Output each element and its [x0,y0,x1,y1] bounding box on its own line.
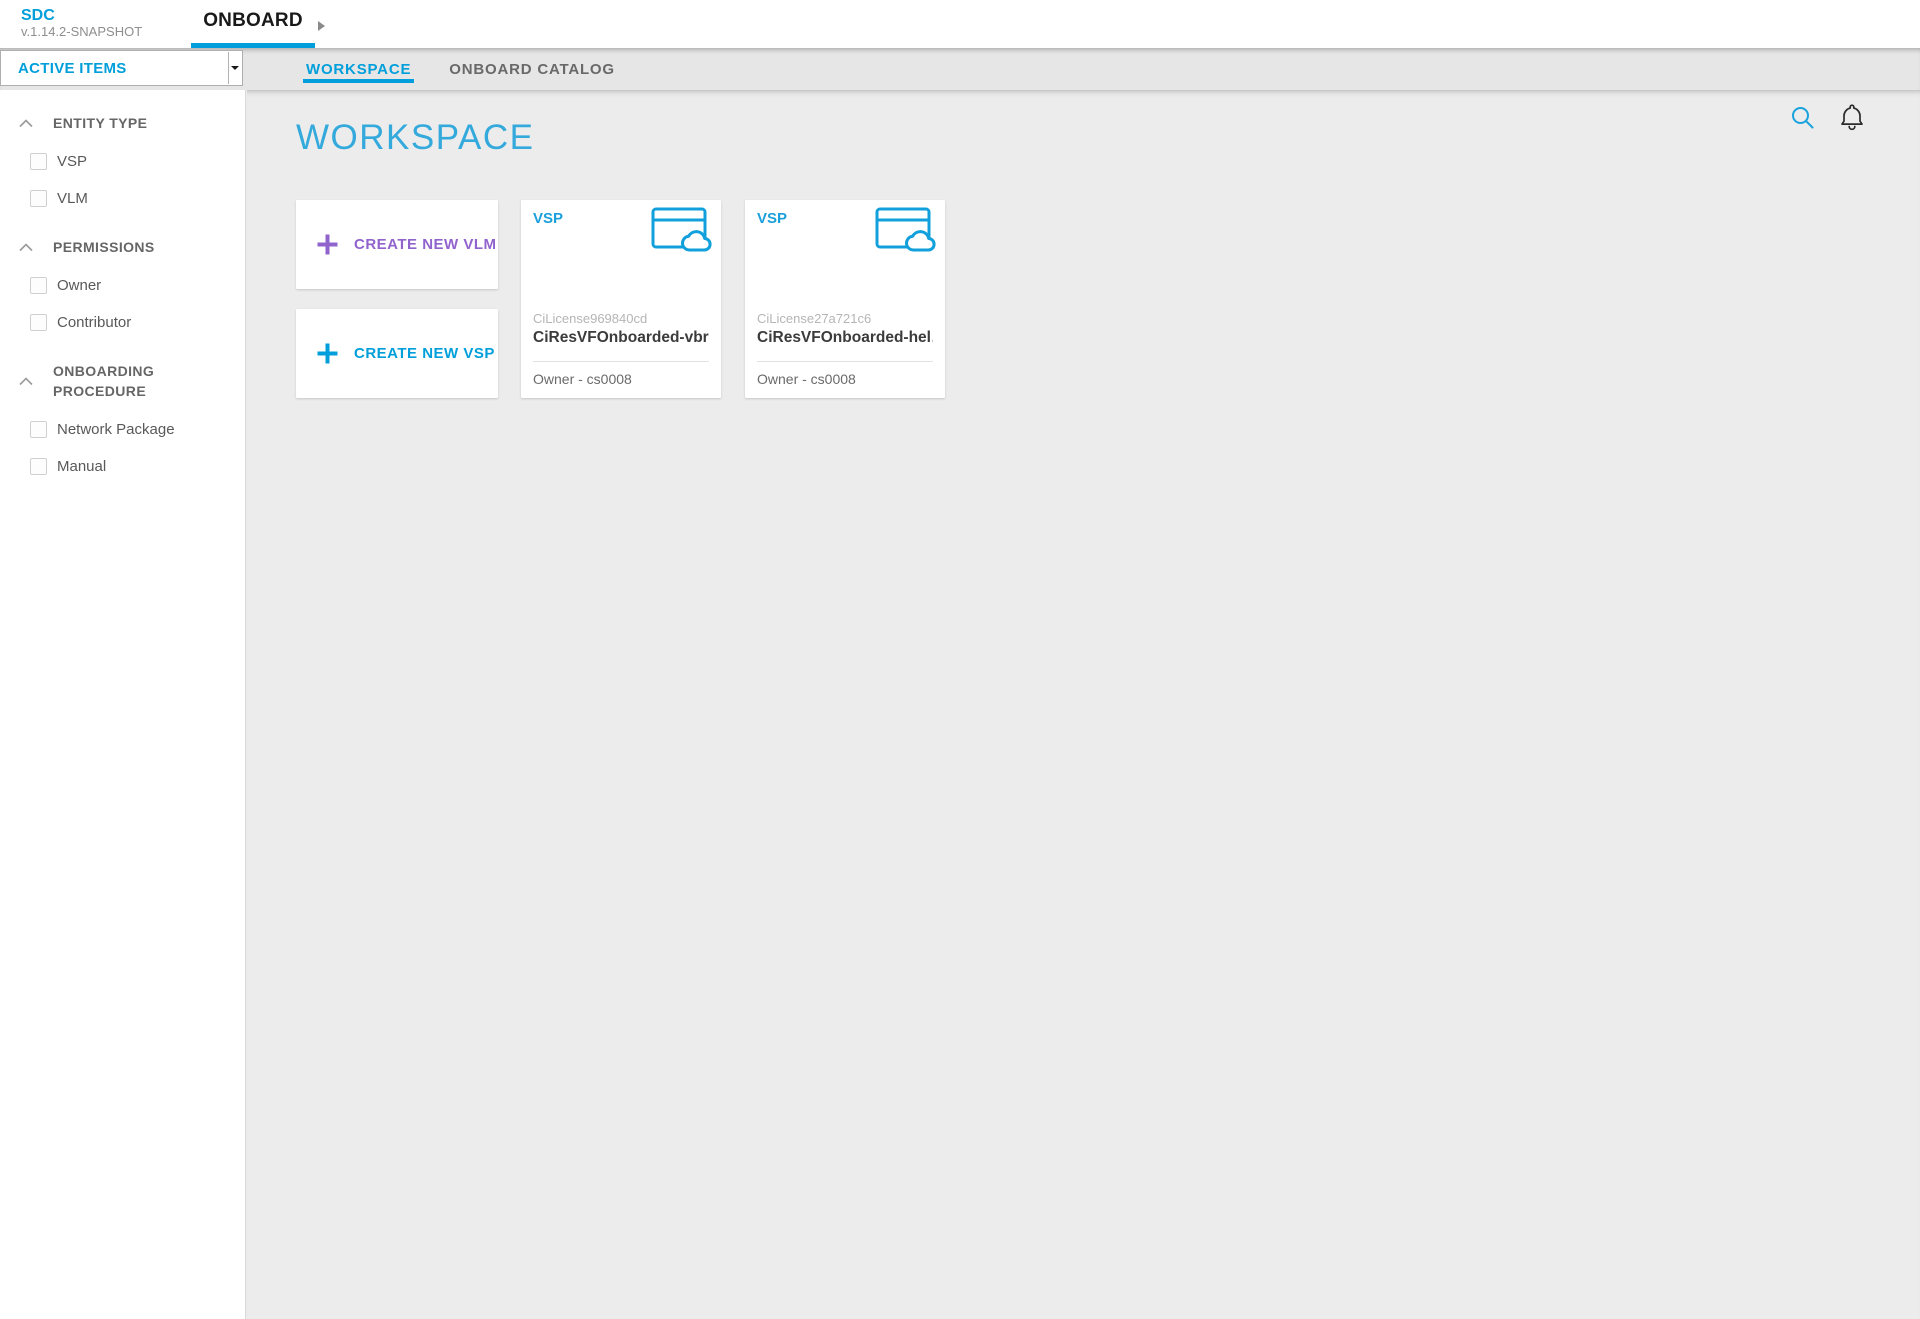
filters-sidebar: ENTITY TYPE VSP VLM PERMISSIONS Owner [0,87,246,1319]
tab-onboard-catalog[interactable]: ONBOARD CATALOG [449,48,615,90]
sdc-logo[interactable]: SDC v.1.14.2-SNAPSHOT [21,7,142,39]
vsp-checkbox[interactable] [30,153,47,170]
workspace-main: WORKSPACE CREATE NEW VLM CREATE NEW VSP … [247,90,1920,1319]
plus-icon [316,233,339,256]
card-entity-type: VSP [533,210,563,227]
filter-label: VSP [57,153,87,170]
tab-workspace-label: WORKSPACE [306,61,411,78]
vlm-checkbox[interactable] [30,190,47,207]
software-product-icon [875,207,937,259]
filter-item-network-package[interactable]: Network Package [30,421,245,438]
page-title: WORKSPACE [296,118,534,158]
filter-item-vlm[interactable]: VLM [30,190,245,207]
card-name: CiResVFOnboarded-vbrg… [533,328,709,347]
contributor-checkbox[interactable] [30,314,47,331]
tab-onboard[interactable]: ONBOARD [191,0,315,48]
section-header-onboarding-procedure[interactable]: ONBOARDING PROCEDURE [0,361,245,401]
filter-section-entity-type: ENTITY TYPE VSP VLM [0,113,245,207]
tab-onboard-catalog-label: ONBOARD CATALOG [449,61,615,78]
items-filter-select[interactable]: ACTIVE ITEMS [0,50,243,86]
top-header: SDC v.1.14.2-SNAPSHOT ONBOARD [0,0,1920,48]
plus-icon [316,342,339,365]
filter-label: Network Package [57,421,175,438]
chevron-up-icon [19,377,33,386]
filter-label: Owner [57,277,101,294]
section-title: ONBOARDING PROCEDURE [53,361,213,401]
owner-checkbox[interactable] [30,277,47,294]
bell-icon [1837,101,1867,135]
create-new-vsp-button[interactable]: CREATE NEW VSP [296,309,498,398]
card-divider [757,361,933,362]
card-vendor-license: CiLicense969840cd [533,311,709,326]
items-filter-selected-value: ACTIVE ITEMS [1,60,127,77]
section-header-permissions[interactable]: PERMISSIONS [0,237,245,257]
filter-section-permissions: PERMISSIONS Owner Contributor [0,237,245,331]
section-title: PERMISSIONS [53,237,213,257]
card-divider [533,361,709,362]
card-info: CiLicense969840cd CiResVFOnboarded-vbrg…… [533,311,709,388]
card-entity-type: VSP [757,210,787,227]
chevron-down-icon [231,66,239,70]
app-name: SDC [21,7,142,24]
filter-label: Manual [57,458,106,475]
chevron-up-icon [19,243,33,252]
filter-item-contributor[interactable]: Contributor [30,314,245,331]
card-owner: Owner - cs0008 [757,371,933,388]
filter-label: Contributor [57,314,131,331]
chevron-up-icon [19,119,33,128]
subheader-bar: ACTIVE ITEMS WORKSPACE ONBOARD CATALOG [0,48,1920,90]
filter-item-owner[interactable]: Owner [30,277,245,294]
right-triangle-icon[interactable] [318,21,325,31]
tab-onboard-active-indicator [191,43,315,48]
tab-workspace[interactable]: WORKSPACE [306,48,411,90]
filter-item-vsp[interactable]: VSP [30,153,245,170]
create-new-vlm-button[interactable]: CREATE NEW VLM [296,200,498,289]
search-button[interactable] [1790,105,1816,131]
software-product-icon [651,207,713,259]
network-package-checkbox[interactable] [30,421,47,438]
select-arrow-strip[interactable] [228,52,241,84]
search-icon [1790,105,1816,131]
card-name: CiResVFOnboarded-hel… [757,328,933,347]
notifications-button[interactable] [1837,101,1867,135]
filter-item-manual[interactable]: Manual [30,458,245,475]
card-owner: Owner - cs0008 [533,371,709,388]
app-version: v.1.14.2-SNAPSHOT [21,24,142,39]
card-vendor-license: CiLicense27a721c6 [757,311,933,326]
vsp-card[interactable]: VSP CiLicense969840cd CiResVFOnboarded-v… [521,200,721,398]
filter-label: VLM [57,190,88,207]
sdc-onboard-page: SDC v.1.14.2-SNAPSHOT ONBOARD ACTIVE ITE… [0,0,1920,1319]
tab-onboard-label: ONBOARD [203,10,303,31]
card-info: CiLicense27a721c6 CiResVFOnboarded-hel… … [757,311,933,388]
vsp-card[interactable]: VSP CiLicense27a721c6 CiResVFOnboarded-h… [745,200,945,398]
create-new-vlm-label: CREATE NEW VLM [354,236,497,253]
section-title: ENTITY TYPE [53,113,213,133]
filter-section-onboarding-procedure: ONBOARDING PROCEDURE Network Package Man… [0,361,245,475]
create-new-vsp-label: CREATE NEW VSP [354,345,495,362]
tab-workspace-active-indicator [303,79,414,83]
manual-checkbox[interactable] [30,458,47,475]
workspace-tabs: WORKSPACE ONBOARD CATALOG [306,48,615,90]
section-header-entity-type[interactable]: ENTITY TYPE [0,113,245,133]
